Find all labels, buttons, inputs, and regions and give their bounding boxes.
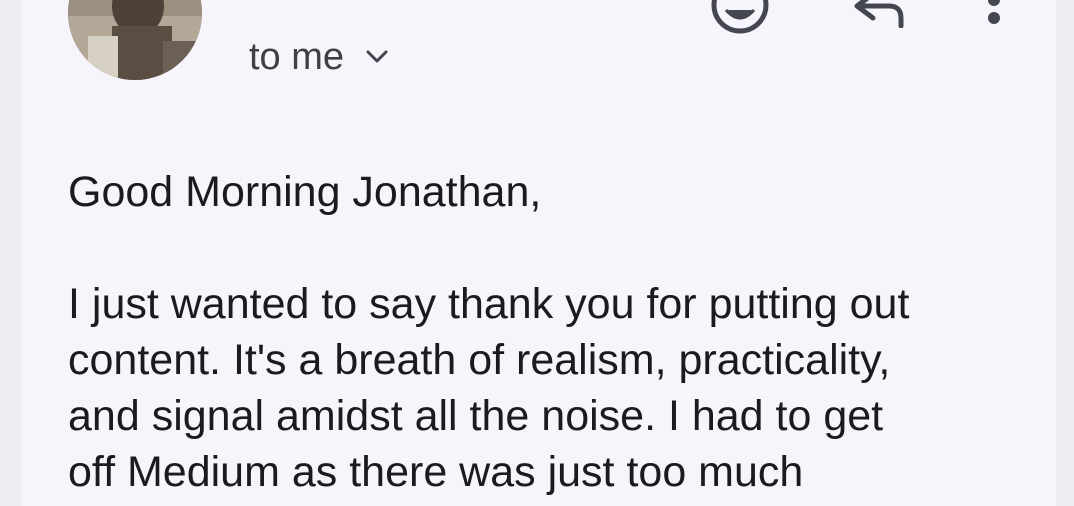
emoji-reaction-icon (711, 0, 769, 34)
message-line: and signal amidst all the noise. I had t… (68, 392, 884, 440)
reply-button[interactable] (844, 0, 914, 30)
message-line: I just wanted to say thank you for putti… (68, 280, 910, 328)
recipient-label: to me (249, 35, 345, 78)
more-options-button[interactable] (974, 0, 1014, 40)
message-body: Good Morning Jonathan, I just wanted to … (68, 164, 1028, 500)
avatar-photo-icon (68, 0, 202, 80)
sender-avatar[interactable] (68, 0, 202, 80)
message-paragraph: I just wanted to say thank you for putti… (68, 276, 1018, 500)
chevron-down-icon (366, 50, 388, 64)
more-vert-icon (988, 0, 1000, 24)
email-view: to me Good Morning Jonathan, I just want… (22, 0, 1056, 506)
recipient-toggle[interactable]: to me (249, 34, 388, 80)
reply-icon (854, 0, 904, 28)
add-reaction-button[interactable] (705, 0, 775, 40)
message-greeting: Good Morning Jonathan, (68, 168, 542, 216)
message-line: off Medium as there was just too much (68, 448, 804, 496)
message-line: content. It's a breath of realism, pract… (68, 336, 891, 384)
